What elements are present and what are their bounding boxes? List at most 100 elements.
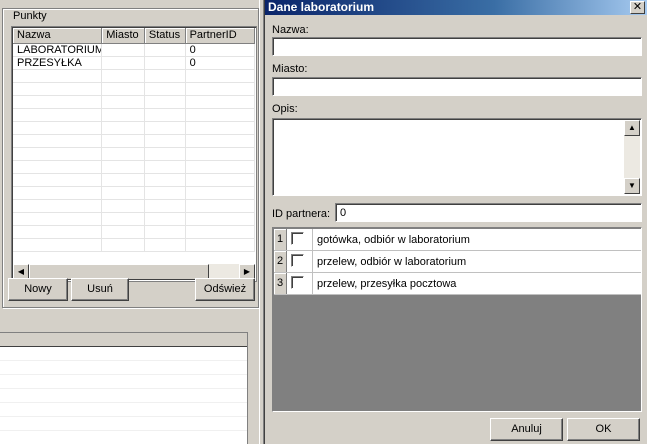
- lower-grid[interactable]: [0, 332, 247, 444]
- table-cell: [102, 187, 145, 200]
- table-cell: [145, 213, 186, 226]
- table-row[interactable]: LABORATORIUM 0: [13, 44, 255, 57]
- name-label: Nazwa:: [272, 24, 309, 36]
- table-cell: [13, 70, 103, 83]
- lower-grid-row: [0, 375, 247, 389]
- table-cell: [145, 200, 186, 213]
- table-row[interactable]: [13, 83, 255, 96]
- table-row[interactable]: [13, 239, 255, 252]
- table-cell: [145, 96, 186, 109]
- lab-dialog: Dane laboratorium ✕ Nazwa: Miasto: Opis:…: [264, 0, 647, 444]
- table-cell: [145, 44, 186, 57]
- table-cell: [13, 83, 103, 96]
- table-row[interactable]: [13, 174, 255, 187]
- table-row[interactable]: [13, 70, 255, 83]
- table-cell: [145, 135, 186, 148]
- dialog-titlebar[interactable]: Dane laboratorium ✕: [265, 0, 647, 15]
- column-header-miasto[interactable]: Miasto: [102, 28, 145, 44]
- table-cell: [186, 122, 255, 135]
- table-cell: [13, 187, 103, 200]
- table-cell: [145, 226, 186, 239]
- points-grid-header: Nazwa Miasto Status PartnerID: [13, 28, 255, 44]
- description-field[interactable]: ▲ ▼: [272, 118, 642, 196]
- dialog-title: Dane laboratorium: [268, 0, 375, 14]
- table-cell: [102, 148, 145, 161]
- table-cell: 0: [186, 44, 255, 57]
- table-cell: [102, 44, 145, 57]
- payment-option-label: przelew, odbiór w laboratorium: [317, 256, 467, 268]
- table-cell: [102, 83, 145, 96]
- payment-option-label: przelew, przesyłka pocztowa: [317, 278, 457, 290]
- table-cell: [145, 122, 186, 135]
- table-cell: LABORATORIUM: [13, 44, 103, 57]
- table-cell: [102, 70, 145, 83]
- table-row[interactable]: [13, 161, 255, 174]
- name-field[interactable]: [272, 37, 642, 56]
- payment-option-checkbox[interactable]: [291, 254, 304, 267]
- table-cell: [102, 161, 145, 174]
- table-cell: [13, 148, 103, 161]
- lower-grid-row: [0, 361, 247, 375]
- cancel-button[interactable]: Anuluj: [490, 418, 563, 441]
- column-header-status[interactable]: Status: [144, 28, 186, 44]
- table-row[interactable]: [13, 122, 255, 135]
- partner-id-field[interactable]: 0: [335, 203, 642, 222]
- city-field[interactable]: [272, 77, 642, 96]
- description-scrollbar[interactable]: ▲ ▼: [624, 120, 640, 194]
- table-row[interactable]: [13, 200, 255, 213]
- table-row[interactable]: [13, 187, 255, 200]
- table-cell: [145, 57, 186, 70]
- table-row[interactable]: [13, 226, 255, 239]
- table-cell: [13, 174, 103, 187]
- new-button[interactable]: Nowy: [8, 278, 68, 301]
- lower-grid-row: [0, 403, 247, 417]
- table-cell: [186, 200, 255, 213]
- delete-button[interactable]: Usuń: [71, 278, 129, 301]
- scroll-up-icon[interactable]: ▲: [624, 120, 640, 136]
- payment-option-checkbox[interactable]: [291, 276, 304, 289]
- table-cell: [13, 161, 103, 174]
- table-cell: [145, 239, 186, 252]
- table-cell: [102, 200, 145, 213]
- table-row[interactable]: [13, 135, 255, 148]
- points-groupbox: Punkty Nazwa Miasto Status PartnerID LAB…: [2, 8, 259, 308]
- column-header-nazwa[interactable]: Nazwa: [13, 28, 103, 44]
- table-cell: [13, 226, 103, 239]
- row-number: 1: [274, 229, 287, 250]
- close-icon[interactable]: ✕: [630, 1, 645, 14]
- table-cell: [145, 161, 186, 174]
- table-cell: [186, 148, 255, 161]
- table-cell: [102, 109, 145, 122]
- table-cell: [102, 57, 145, 70]
- table-cell: [186, 96, 255, 109]
- table-cell: [145, 83, 186, 96]
- table-cell: [13, 122, 103, 135]
- payment-option-row[interactable]: 2 przelew, odbiór w laboratorium: [274, 251, 641, 273]
- table-cell: [186, 135, 255, 148]
- payment-option-row[interactable]: 3 przelew, przesyłka pocztowa: [274, 273, 641, 295]
- payment-option-row[interactable]: 1 gotówka, odbiór w laboratorium: [274, 229, 641, 251]
- lower-grid-row: [0, 417, 247, 431]
- column-header-partnerid[interactable]: PartnerID: [185, 28, 255, 44]
- table-cell: [186, 174, 255, 187]
- table-row[interactable]: [13, 96, 255, 109]
- table-row[interactable]: [13, 213, 255, 226]
- table-cell: [145, 109, 186, 122]
- table-row[interactable]: [13, 148, 255, 161]
- payment-option-checkbox[interactable]: [291, 232, 304, 245]
- payment-options-grid: 1 gotówka, odbiór w laboratorium 2 przel…: [272, 227, 642, 412]
- table-cell: [13, 213, 103, 226]
- scroll-down-icon[interactable]: ▼: [624, 178, 640, 194]
- ok-button[interactable]: OK: [567, 418, 640, 441]
- points-grid[interactable]: Nazwa Miasto Status PartnerID LABORATORI…: [11, 26, 257, 282]
- refresh-button[interactable]: Odśwież: [195, 278, 255, 301]
- lower-grid-scrollbar[interactable]: [247, 332, 259, 444]
- table-cell: [13, 239, 103, 252]
- table-row[interactable]: PRZESYŁKA 0: [13, 57, 255, 70]
- lower-grid-row: [0, 389, 247, 403]
- city-label: Miasto:: [272, 63, 308, 75]
- table-cell: [186, 161, 255, 174]
- table-row[interactable]: [13, 109, 255, 122]
- table-cell: [102, 213, 145, 226]
- table-cell: [102, 174, 145, 187]
